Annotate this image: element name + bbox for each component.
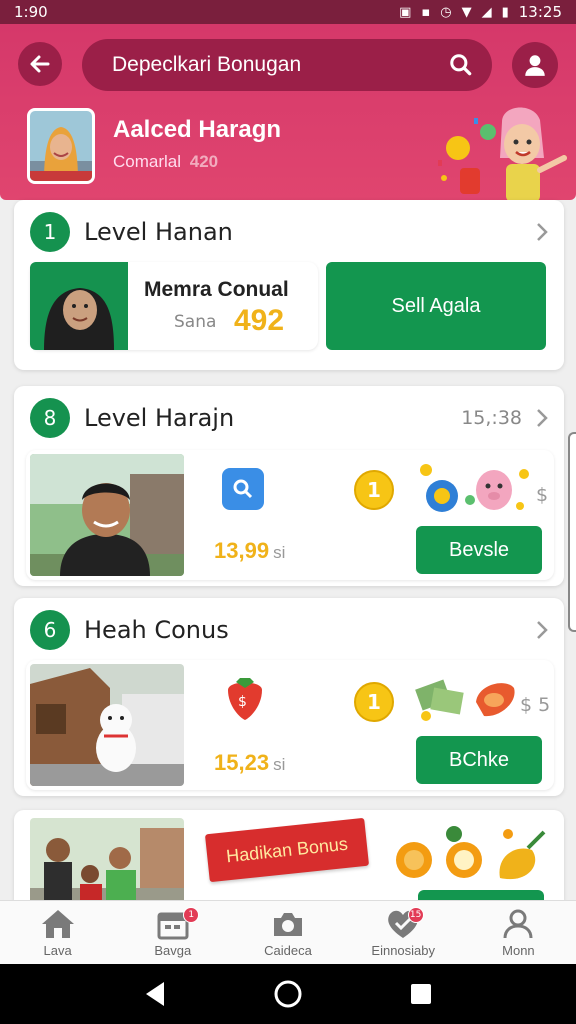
status-time-left: 1:90 <box>14 3 48 21</box>
card-title: Level Hanan <box>84 218 233 246</box>
treasure-pig-icon <box>420 464 529 512</box>
profile-button[interactable] <box>512 42 558 88</box>
dollar-label: $ <box>536 484 549 506</box>
back-button[interactable] <box>18 42 62 86</box>
signal-icon: ◢ <box>481 4 492 20</box>
nav-label: Monn <box>502 942 535 958</box>
nav-item-favorites[interactable]: 15 Einnosiaby <box>346 901 461 964</box>
offer-photo <box>30 454 184 576</box>
camera-icon <box>274 912 302 936</box>
chevron-right-icon[interactable] <box>534 220 550 244</box>
notification-icon: ▪ <box>421 4 431 20</box>
chevron-right-icon[interactable] <box>534 406 550 430</box>
coin-icon: 1 <box>354 470 394 510</box>
user-icon <box>525 55 545 76</box>
home-circle-icon[interactable] <box>273 979 303 1009</box>
search-input[interactable]: Depeclkari Bonugan <box>112 53 448 77</box>
status-icons: ▣ ▪ ◷ ▼ ◢ ▮ <box>399 5 509 20</box>
dollar-label: $ 5 <box>520 694 551 716</box>
card-title: Heah Conus <box>84 616 229 644</box>
home-icon <box>41 909 74 938</box>
wifi-icon: ▼ <box>461 4 472 20</box>
buy-button[interactable]: Bevsle <box>416 526 542 574</box>
level-badge: 1 <box>30 212 70 252</box>
status-time-right: 13:25 <box>518 3 562 21</box>
price: 13,99 si <box>214 538 285 564</box>
bonus-photo <box>30 818 184 910</box>
level-card-3[interactable]: 6 Heah Conus $ 1 $ 5 15,23 si BChke <box>14 598 564 796</box>
feature-photo <box>30 262 128 350</box>
nav-label: Bavga <box>154 942 192 958</box>
feature-value: 492 <box>234 304 285 337</box>
level-badge: 8 <box>30 398 70 438</box>
feature-panel: Memra Conual Sana 492 <box>30 262 318 350</box>
header: Depeclkari Bonugan Aalced Haragn Comarla… <box>0 24 576 202</box>
search-tool-icon[interactable] <box>222 468 264 510</box>
price-unit: si <box>273 755 286 774</box>
scroll-handle[interactable] <box>568 432 576 632</box>
card-meta: 15,:38 <box>461 407 522 429</box>
offer-panel: 1 $ 13,99 si Bevsle <box>26 450 554 580</box>
level-card-2[interactable]: 8 Level Harajn 15,:38 1 $ 13,99 si Bevsl… <box>14 386 564 586</box>
card-header: 6 Heah Conus <box>30 610 229 650</box>
price: 15,23 si <box>214 750 285 776</box>
strawberry-icon: $ <box>228 678 262 720</box>
card-title: Level Harajn <box>84 404 235 432</box>
check-button[interactable]: BChke <box>416 736 542 784</box>
alarm-icon: ◷ <box>440 4 452 20</box>
back-triangle-icon[interactable] <box>142 980 168 1008</box>
feature-name: Memra Conual <box>144 278 289 301</box>
bottom-nav: Lava 1 Bavga Caideca 15 Einnosiaby Monn <box>0 900 576 964</box>
feature-sub: Sana <box>174 312 217 332</box>
sell-button[interactable]: Sell Agala <box>326 262 546 350</box>
nav-label: Einnosiaby <box>371 942 436 958</box>
status-bar: 1:90 ▣ ▪ ◷ ▼ ◢ ▮ 13:25 <box>0 0 576 24</box>
nav-label: Lava <box>43 942 72 958</box>
user-name: Aalced Haragn <box>113 116 282 143</box>
nav-badge: 1 <box>183 907 200 923</box>
user-subtitle: Comarlal 420 <box>113 152 218 172</box>
system-navigation <box>0 964 576 1024</box>
arrow-left-icon <box>30 55 50 73</box>
price-value: 15,23 <box>214 750 270 775</box>
search-icon[interactable] <box>448 52 474 78</box>
user-points: 420 <box>189 152 219 171</box>
offer-panel: $ 1 $ 5 15,23 si BChke <box>26 660 554 790</box>
nav-label: Caideca <box>264 942 312 958</box>
price-value: 13,99 <box>214 538 270 563</box>
nfc-icon: ▣ <box>399 4 412 20</box>
chevron-right-icon[interactable] <box>534 618 550 642</box>
money-stack-icon <box>415 679 515 721</box>
nav-item-home[interactable]: Lava <box>0 901 115 964</box>
recents-square-icon[interactable] <box>408 981 434 1007</box>
level-card-1[interactable]: 1 Level Hanan Memra Conual Sana 492 Sell… <box>14 200 564 370</box>
person-icon <box>503 909 533 938</box>
search-bar[interactable]: Depeclkari Bonugan <box>82 39 492 91</box>
fruit-coins-icon <box>396 826 546 880</box>
nav-item-calendar[interactable]: 1 Bavga <box>115 901 230 964</box>
mascot-illustration <box>438 107 567 202</box>
nav-badge: 15 <box>407 907 424 923</box>
coin-icon: 1 <box>354 682 394 722</box>
user-sub-label: Comarlal <box>113 152 182 171</box>
card-header: 8 Level Harajn <box>30 398 234 438</box>
battery-icon: ▮ <box>501 4 509 20</box>
user-avatar[interactable] <box>27 108 95 184</box>
price-unit: si <box>273 543 286 562</box>
card-header: 1 Level Hanan <box>30 212 233 252</box>
nav-item-profile[interactable]: Monn <box>461 901 576 964</box>
offer-photo <box>30 664 184 786</box>
svg-text:$: $ <box>238 694 247 710</box>
nav-item-camera[interactable]: Caideca <box>230 901 345 964</box>
level-badge: 6 <box>30 610 70 650</box>
